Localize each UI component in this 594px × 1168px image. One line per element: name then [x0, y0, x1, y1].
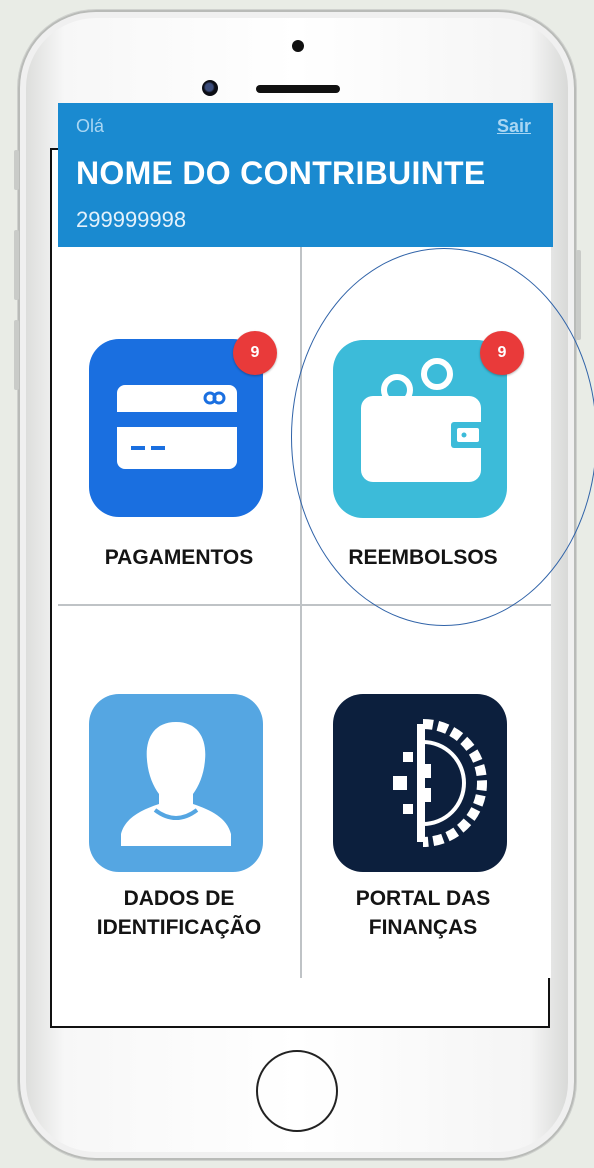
tile-pagamentos[interactable]: 9 PAGAMENTOS: [58, 247, 300, 604]
tile-label-reembolsos: REEMBOLSOS: [348, 546, 498, 569]
earpiece-speaker: [256, 85, 340, 93]
portugal-shield-icon: [333, 694, 507, 872]
tile-label-dados-identificacao: DADOS DE IDENTIFICAÇÃO: [58, 884, 300, 942]
pagamentos-badge: 9: [233, 331, 277, 375]
tile-label-line1: PORTAL DAS: [355, 887, 491, 910]
taxpayer-name: NOME DO CONTRIBUINTE: [76, 155, 486, 191]
person-icon: [89, 694, 263, 872]
tile-label-line1: DADOS DE: [123, 887, 235, 910]
phone-volume-down: [14, 320, 19, 390]
app-header: Olá Sair NOME DO CONTRIBUINTE 299999998: [58, 103, 553, 247]
greeting-text: Olá: [76, 116, 105, 136]
tile-portal-financas[interactable]: PORTAL DAS FINANÇAS: [302, 606, 544, 963]
tile-label-pagamentos: PAGAMENTOS: [104, 546, 254, 569]
taxpayer-nif: 299999998: [76, 207, 187, 232]
tile-dados-identificacao[interactable]: DADOS DE IDENTIFICAÇÃO: [58, 606, 300, 963]
home-button[interactable]: [256, 1050, 338, 1132]
proximity-sensor: [292, 40, 304, 52]
tile-label-line2: IDENTIFICAÇÃO: [96, 916, 262, 939]
front-camera-icon: [202, 80, 218, 96]
phone-power-button: [576, 250, 581, 340]
wallet-icon: [333, 340, 507, 518]
tile-label-line2: FINANÇAS: [368, 916, 478, 939]
tile-reembolsos[interactable]: 9 REEMBOLSOS: [302, 247, 544, 604]
phone-volume-up: [14, 230, 19, 300]
logout-link[interactable]: Sair: [497, 116, 531, 137]
reembolsos-badge: 9: [480, 331, 524, 375]
phone-mute-switch: [14, 150, 19, 190]
menu-grid: 9 PAGAMENTOS 9 REEMBOLSOS DADOS DE IDENT…: [58, 247, 551, 978]
tile-label-portal-financas: PORTAL DAS FINANÇAS: [302, 884, 544, 942]
